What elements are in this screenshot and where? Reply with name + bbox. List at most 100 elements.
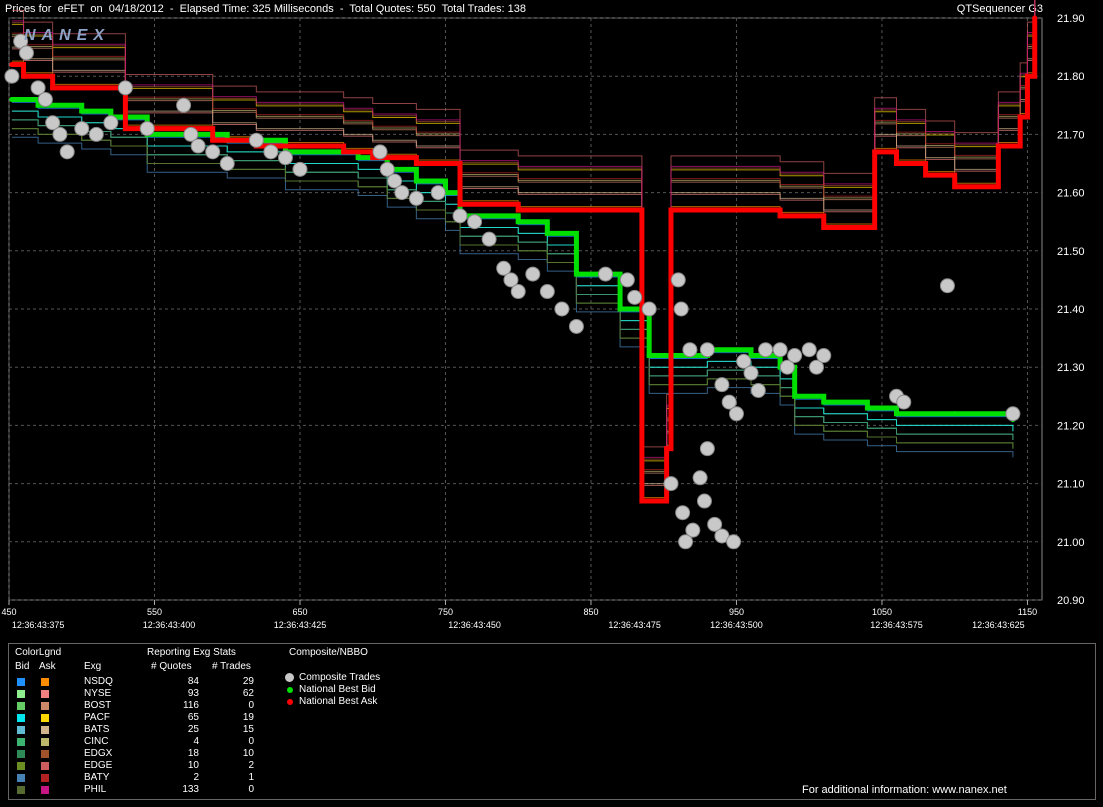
bid-swatch [17, 738, 25, 746]
composite-trade-point [772, 342, 788, 358]
y-tick-label: 21.60 [1057, 188, 1085, 200]
nbbo-point [79, 108, 85, 114]
composite-trade-point [801, 342, 817, 358]
ask-swatch [41, 750, 49, 758]
ask-swatch [41, 774, 49, 782]
composite-trade-point [663, 476, 679, 492]
composite-marker [287, 699, 293, 705]
nbbo-point [210, 137, 216, 143]
nbbo-point [792, 393, 798, 399]
trade-count: 15 [242, 724, 254, 735]
nbbo-point [668, 207, 674, 213]
nbbo-point [515, 219, 521, 225]
price-chart: 20.90 21.00 21.10 21.20 21.30 21.40 21.50 21.60… [1, 0, 1085, 630]
bid-swatch [17, 774, 25, 782]
ask-swatch [41, 690, 49, 698]
composite-trade-point [467, 214, 483, 230]
nbbo-point [544, 230, 550, 236]
ask-swatch [41, 678, 49, 686]
time-label: 12:36:43:500 [710, 620, 763, 630]
x-tick-label: 1050 [872, 607, 892, 617]
exchange-name: NSDQ [84, 676, 113, 687]
nbbo-point [457, 201, 463, 207]
composite-trade-point [190, 138, 206, 154]
composite-trade-point [939, 278, 955, 294]
nbbo-point [1017, 114, 1023, 120]
trade-count: 0 [248, 700, 254, 711]
composite-trade-point [525, 266, 541, 282]
composite-trade-point [88, 126, 104, 142]
composite-trade-point [74, 121, 90, 137]
composite-trade-point [139, 121, 155, 137]
composite-trade-point [539, 284, 555, 300]
time-label: 12:36:43:400 [143, 620, 196, 630]
nbbo-point [864, 405, 870, 411]
nbbo-point [413, 178, 419, 184]
x-tick-label: 750 [438, 607, 453, 617]
ask-swatch [41, 738, 49, 746]
quote-count: 65 [187, 712, 199, 723]
time-label: 12:36:43:475 [608, 620, 661, 630]
legend-panel: ColorLgnd Bid Ask Exg Reporting Exg Stat… [8, 643, 1096, 800]
composite-trade-point [176, 97, 192, 113]
exchange-name: PACF [84, 712, 110, 723]
composite-trade-point [682, 342, 698, 358]
composite-label: Composite Trades [299, 672, 381, 683]
nbbo-point [1032, 15, 1038, 21]
composite-trade-point [372, 144, 388, 160]
composite-trade-point [408, 190, 424, 206]
trade-count: 0 [248, 784, 254, 795]
trade-count: 29 [242, 676, 254, 687]
nbbo-point [413, 161, 419, 166]
composite-trade-point [205, 144, 221, 160]
bid-swatch [17, 690, 25, 698]
y-tick-label: 20.90 [1057, 595, 1085, 607]
stats-col-quotes: # Quotes [151, 661, 192, 672]
nbbo-point [646, 353, 652, 359]
trade-count: 2 [248, 760, 254, 771]
composite-trade-point [1005, 406, 1021, 422]
composite-trade-point [430, 185, 446, 201]
nbbo-point [658, 498, 664, 504]
nbbo-point [617, 306, 623, 312]
exchange-name: PHIL [84, 784, 107, 795]
composite-trade-point [714, 377, 730, 393]
composite-trade-point [699, 342, 715, 358]
footer-link[interactable]: For additional information: www.nanex.ne… [802, 784, 1007, 796]
y-tick-label: 21.00 [1057, 537, 1085, 549]
exchange-name: EDGX [84, 748, 113, 759]
time-label: 12:36:43:625 [972, 620, 1025, 630]
x-tick-label: 650 [292, 607, 307, 617]
composite-trade-point [292, 161, 308, 177]
composite-trade-point [248, 132, 264, 148]
composite-trade-point [37, 91, 53, 107]
nbbo-point [821, 225, 827, 231]
composite-trade-point [263, 144, 279, 160]
nbbo-point [872, 149, 878, 155]
quote-count: 84 [187, 676, 199, 687]
composite-trade-point [692, 470, 708, 486]
quote-count: 18 [187, 748, 199, 759]
composite-trade-point [675, 505, 691, 521]
ask-swatch [41, 762, 49, 770]
nbbo-point [1024, 73, 1030, 79]
nbbo-point [341, 149, 347, 155]
nbbo-point [9, 96, 15, 102]
composite-trade-point [394, 185, 410, 201]
composite-trade-point [673, 301, 689, 317]
nbbo-point [821, 399, 827, 405]
composite-trade-point [728, 406, 744, 422]
nbbo-point [995, 143, 1001, 149]
composite-trade-point [670, 272, 686, 288]
composite-label: National Best Bid [299, 684, 376, 695]
nbbo-point [355, 155, 361, 161]
legend-col-ask: Ask [39, 661, 56, 672]
bid-swatch [17, 762, 25, 770]
composite-trade-point [627, 289, 643, 305]
composite-trade-point [696, 493, 712, 509]
legend-col-bid: Bid [15, 661, 30, 672]
bid-swatch [17, 750, 25, 758]
x-tick-label: 450 [1, 607, 16, 617]
y-tick-label: 21.70 [1057, 129, 1085, 141]
nbbo-point [50, 85, 56, 91]
